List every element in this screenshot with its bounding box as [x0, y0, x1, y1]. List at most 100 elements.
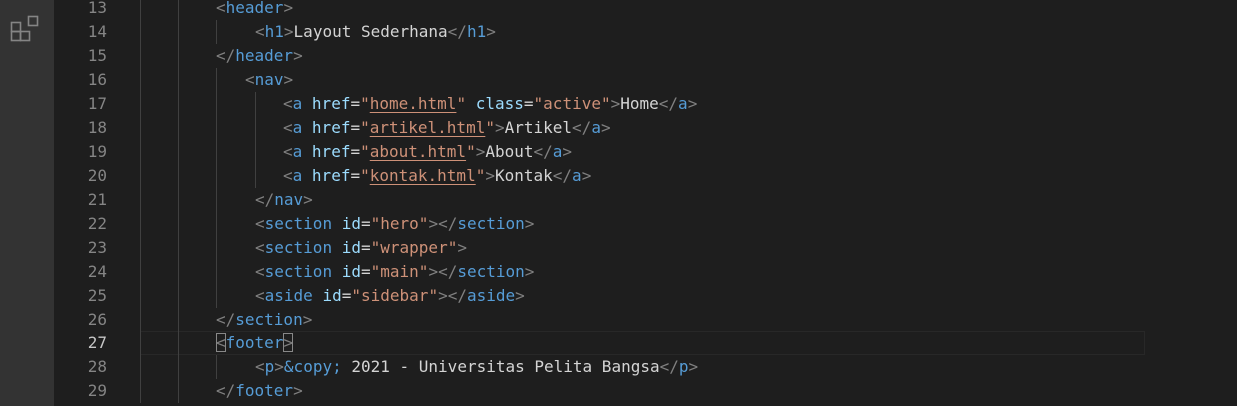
- code-line[interactable]: 24 <section id="main"></section>: [54, 260, 1237, 284]
- code-text: <section id="wrapper">: [255, 238, 467, 257]
- code-text: </section>: [216, 310, 313, 329]
- indent-guide: [178, 331, 179, 355]
- indent-guide: [140, 164, 141, 188]
- code-line[interactable]: 18 <a href="artikel.html">Artikel</a>: [54, 116, 1237, 140]
- code-line[interactable]: 26 </section>: [54, 308, 1237, 332]
- indent-guide: [216, 212, 217, 236]
- code-line[interactable]: 15 </header>: [54, 44, 1237, 68]
- indent-guide: [140, 212, 141, 236]
- code-text: <a href="kontak.html">Kontak</a>: [283, 166, 592, 185]
- code-line[interactable]: 21 </nav>: [54, 188, 1237, 212]
- indent-guide: [216, 116, 217, 140]
- indent-guide: [140, 140, 141, 164]
- indent-guide: [140, 188, 141, 212]
- line-number: 13: [87, 0, 107, 17]
- indent-guide: [178, 44, 179, 68]
- indent-guide: [216, 20, 217, 44]
- code-text: </header>: [216, 46, 303, 65]
- code-text: <header>: [216, 0, 294, 17]
- indent-guide: [255, 92, 256, 116]
- line-number: 28: [87, 357, 107, 376]
- indent-guide: [178, 355, 179, 379]
- code-text: <a href="artikel.html">Artikel</a>: [283, 118, 611, 137]
- bracket-match: >: [283, 333, 294, 352]
- line-number: 19: [87, 142, 107, 161]
- code-text: <h1>Layout Sederhana</h1>: [255, 22, 496, 41]
- code-text: </nav>: [255, 190, 313, 209]
- indent-guide: [140, 260, 141, 284]
- indent-guide: [178, 164, 179, 188]
- code-line[interactable]: 14 <h1>Layout Sederhana</h1>: [54, 20, 1237, 44]
- code-line[interactable]: 22 <section id="hero"></section>: [54, 212, 1237, 236]
- code-line[interactable]: 28 <p>&copy; 2021 - Universitas Pelita B…: [54, 355, 1237, 379]
- line-number: 18: [87, 118, 107, 137]
- code-line[interactable]: 13 <header>: [54, 0, 1237, 20]
- vscode-window: 13 <header> 14 <h1>Layout Sederhana</h1>…: [0, 0, 1237, 406]
- line-number: 24: [87, 262, 107, 281]
- indent-guide: [140, 331, 141, 355]
- indent-guide: [216, 355, 217, 379]
- indent-guide: [178, 236, 179, 260]
- code-text: <footer>: [216, 333, 294, 352]
- indent-guide: [216, 68, 217, 92]
- indent-guide: [178, 0, 179, 20]
- code-text: </footer>: [216, 381, 303, 400]
- indent-guide: [255, 164, 256, 188]
- activity-bar: [0, 0, 54, 406]
- code-line[interactable]: 17 <a href="home.html" class="active">Ho…: [54, 92, 1237, 116]
- indent-guide: [178, 116, 179, 140]
- indent-guide: [140, 68, 141, 92]
- indent-guide: [140, 379, 141, 403]
- indent-guide: [178, 284, 179, 308]
- code-line[interactable]: 19 <a href="about.html">About</a>: [54, 140, 1237, 164]
- indent-guide: [140, 44, 141, 68]
- bracket-match: <: [216, 333, 226, 352]
- current-code-line[interactable]: 27 <footer>: [54, 331, 1237, 355]
- line-number: 15: [87, 46, 107, 65]
- indent-guide: [216, 188, 217, 212]
- indent-guide: [140, 236, 141, 260]
- line-number: 20: [87, 166, 107, 185]
- code-text: <a href="about.html">About</a>: [283, 142, 573, 161]
- line-number: 14: [87, 22, 107, 41]
- line-number: 21: [87, 190, 107, 209]
- code-text: <section id="main"></section>: [255, 262, 535, 281]
- line-number: 23: [87, 238, 107, 257]
- line-number: 26: [87, 310, 107, 329]
- indent-guide: [216, 164, 217, 188]
- code-text: <a href="home.html" class="active">Home<…: [283, 94, 698, 113]
- indent-guide: [178, 20, 179, 44]
- line-number: 16: [87, 70, 107, 89]
- indent-guide: [178, 308, 179, 332]
- indent-guide: [178, 212, 179, 236]
- indent-guide: [216, 260, 217, 284]
- code-line[interactable]: 20 <a href="kontak.html">Kontak</a>: [54, 164, 1237, 188]
- code-text: <p>&copy; 2021 - Universitas Pelita Bang…: [255, 357, 699, 376]
- line-number: 29: [87, 381, 107, 400]
- code-line[interactable]: 29 </footer>: [54, 379, 1237, 403]
- indent-guide: [178, 188, 179, 212]
- indent-guide: [216, 284, 217, 308]
- indent-guide: [140, 355, 141, 379]
- code-line[interactable]: 25 <aside id="sidebar"></aside>: [54, 284, 1237, 308]
- indent-guide: [178, 92, 179, 116]
- indent-guide: [140, 308, 141, 332]
- line-number: 27: [87, 333, 107, 352]
- indent-guide: [140, 92, 141, 116]
- line-number: 22: [87, 214, 107, 233]
- code-line[interactable]: 16 <nav>: [54, 68, 1237, 92]
- indent-guide: [255, 116, 256, 140]
- line-number: 25: [87, 286, 107, 305]
- indent-guide: [178, 260, 179, 284]
- indent-guide: [140, 116, 141, 140]
- code-line[interactable]: 23 <section id="wrapper">: [54, 236, 1237, 260]
- indent-guide: [216, 236, 217, 260]
- extensions-icon[interactable]: [9, 13, 41, 45]
- indent-guide: [140, 284, 141, 308]
- indent-guide: [178, 379, 179, 403]
- indent-guide: [178, 140, 179, 164]
- code-text: <nav>: [245, 70, 294, 89]
- code-editor[interactable]: 13 <header> 14 <h1>Layout Sederhana</h1>…: [54, 0, 1237, 406]
- indent-guide: [216, 92, 217, 116]
- code-text: <section id="hero"></section>: [255, 214, 535, 233]
